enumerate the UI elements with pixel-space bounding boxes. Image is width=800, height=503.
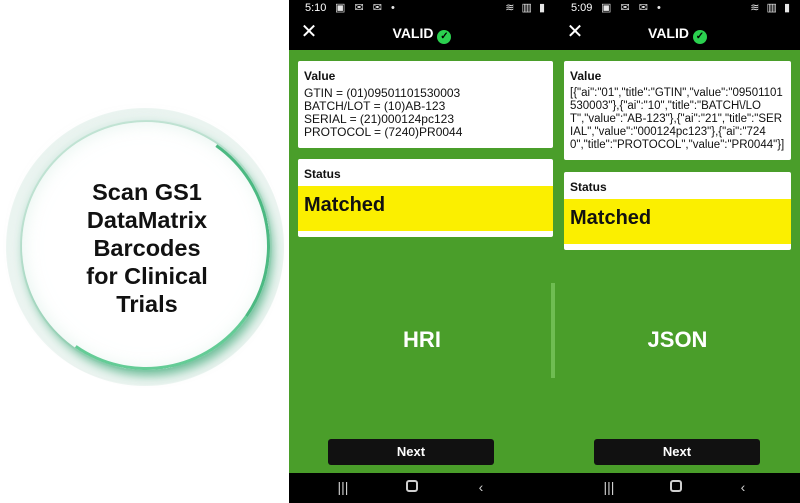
home-icon[interactable] bbox=[666, 479, 686, 495]
phone-screen-json: 5:09 ▣ ✉ ✉ • ≋ ▥ ▮ ✕ VALID ✓ Value [{"ai"… bbox=[555, 0, 800, 503]
promo-title-line: for Clinical bbox=[86, 263, 208, 289]
phone-screen-hri: 5:10 ▣ ✉ ✉ • ≋ ▥ ▮ ✕ VALID ✓ Value GTIN =… bbox=[289, 0, 555, 503]
next-button[interactable]: Next bbox=[594, 439, 760, 465]
status-bar: 5:09 ▣ ✉ ✉ • ≋ ▥ ▮ bbox=[555, 0, 800, 16]
value-line: PROTOCOL = (7240)PR0044 bbox=[304, 125, 463, 139]
status-bar: 5:10 ▣ ✉ ✉ • ≋ ▥ ▮ bbox=[289, 0, 555, 16]
notification-icons: ▣ ✉ ✉ • bbox=[601, 2, 664, 14]
check-circle-icon: ✓ bbox=[692, 30, 707, 44]
value-card: Value [{"ai":"01","title":"GTIN","value"… bbox=[564, 61, 791, 160]
result-title: VALID ✓ bbox=[289, 25, 555, 44]
recent-apps-icon[interactable]: ||| bbox=[599, 479, 619, 495]
result-title-text: VALID bbox=[392, 25, 434, 41]
mode-label: JSON bbox=[647, 327, 708, 352]
result-title: VALID ✓ bbox=[555, 25, 800, 44]
system-icons: ≋ ▥ ▮ bbox=[750, 2, 792, 14]
status-card: Status Matched bbox=[298, 159, 553, 237]
back-icon[interactable]: ‹ bbox=[471, 479, 491, 495]
promo-title-line: DataMatrix bbox=[86, 207, 208, 233]
next-button[interactable]: Next bbox=[328, 439, 494, 465]
promo-title-line: Barcodes bbox=[93, 235, 201, 261]
notification-icons: ▣ ✉ ✉ • bbox=[335, 2, 398, 14]
status-label: Status bbox=[304, 167, 341, 181]
result-title-text: VALID bbox=[648, 25, 689, 41]
mode-label: HRI bbox=[403, 327, 441, 352]
promo-title-line: Scan GS1 bbox=[92, 179, 202, 205]
back-icon[interactable]: ‹ bbox=[733, 479, 753, 495]
home-icon[interactable] bbox=[402, 479, 422, 495]
app-bar: ✕ VALID ✓ bbox=[555, 16, 800, 50]
status-label: Status bbox=[570, 180, 607, 194]
navigation-bar: ||| ‹ bbox=[555, 473, 800, 503]
status-time: 5:10 bbox=[305, 2, 327, 14]
promo-title-line: Trials bbox=[116, 291, 178, 317]
status-value: Matched bbox=[298, 186, 553, 231]
promo-panel: Scan GS1 DataMatrix Barcodes for Clinica… bbox=[0, 0, 288, 503]
system-icons: ≋ ▥ ▮ bbox=[505, 2, 547, 14]
status-time: 5:09 bbox=[571, 2, 593, 14]
navigation-bar: ||| ‹ bbox=[289, 473, 555, 503]
app-bar: ✕ VALID ✓ bbox=[289, 16, 555, 50]
value-text: GTIN = (01)09501101530003 BATCH/LOT = (1… bbox=[298, 83, 553, 139]
status-value: Matched bbox=[564, 199, 791, 244]
recent-apps-icon[interactable]: ||| bbox=[333, 479, 353, 495]
value-label: Value bbox=[304, 69, 336, 83]
status-card: Status Matched bbox=[564, 172, 791, 250]
value-card: Value GTIN = (01)09501101530003 BATCH/LO… bbox=[298, 61, 553, 148]
value-json-text: [{"ai":"01","title":"GTIN","value":"0950… bbox=[570, 87, 785, 151]
value-label: Value bbox=[570, 69, 602, 83]
check-circle-icon: ✓ bbox=[437, 30, 452, 44]
promo-title: Scan GS1 DataMatrix Barcodes for Clinica… bbox=[52, 178, 242, 318]
